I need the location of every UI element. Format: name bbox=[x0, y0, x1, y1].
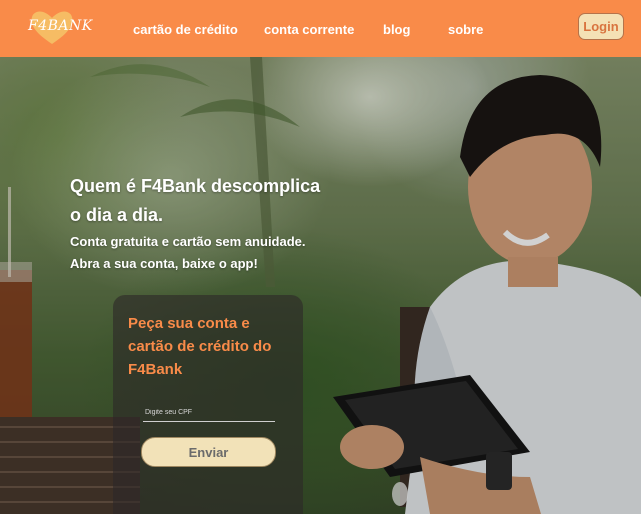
hero-title-line-2: o dia a dia. bbox=[70, 205, 164, 225]
nav-link-about[interactable]: sobre bbox=[448, 22, 483, 37]
hero-overlay bbox=[0, 57, 641, 514]
top-navbar: F4BANK cartão de crédito conta corrente … bbox=[0, 0, 641, 57]
nav-link-blog[interactable]: blog bbox=[383, 22, 410, 37]
nav-link-credit-card[interactable]: cartão de crédito bbox=[133, 22, 238, 37]
nav-link-checking-account[interactable]: conta corrente bbox=[264, 22, 354, 37]
f4bank-logo[interactable]: F4BANK bbox=[24, 6, 92, 48]
send-button[interactable]: Enviar bbox=[141, 437, 276, 467]
logo-text: F4BANK bbox=[28, 18, 93, 34]
login-button[interactable]: Login bbox=[578, 13, 624, 40]
cpf-input[interactable] bbox=[143, 403, 275, 422]
signup-card-title: Peça sua conta e cartão de crédito do F4… bbox=[128, 315, 272, 378]
hero-title-line-1: Quem é F4Bank descomplica bbox=[70, 176, 321, 196]
hero-subtitle-line-2: Abra a sua conta, baixe o app! bbox=[70, 256, 258, 271]
hero-section: Quem é F4Bank descomplica o dia a dia. C… bbox=[0, 57, 641, 514]
hero-subtitle-line-1: Conta gratuita e cartão sem anuidade. bbox=[70, 234, 306, 249]
signup-card: Peça sua conta e cartão de crédito do F4… bbox=[113, 295, 303, 514]
